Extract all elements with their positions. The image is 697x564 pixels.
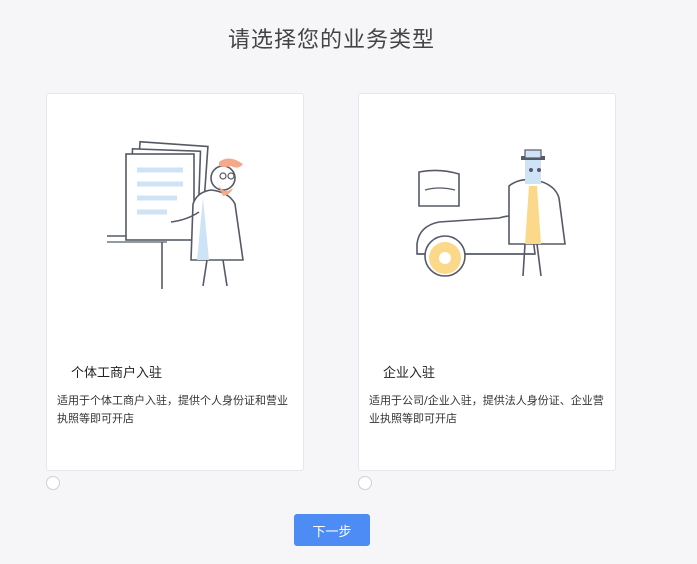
businessman-with-car-illustration (416, 149, 566, 277)
card-description: 适用于公司/企业入驻，提供法人身份证、企业营业执照等即可开店 (369, 394, 604, 425)
page-title: 请选择您的业务类型 (227, 28, 435, 53)
business-type-card-company[interactable]: 企业入驻 适用于公司/企业入驻，提供法人身份证、企业营业执照等即可开店 (358, 93, 616, 471)
radio-personal[interactable] (46, 476, 60, 490)
radio-company[interactable] (358, 476, 372, 490)
person-with-documents-illustration (107, 140, 244, 289)
card-title: 企业入驻 (383, 366, 436, 381)
card-description: 适用于个体工商户入驻，提供个人身份证和营业执照等即可开店 (57, 394, 288, 425)
card-title: 个体工商户入驻 (71, 366, 163, 381)
business-type-card-personal[interactable]: 个体工商户入驻 适用于个体工商户入驻，提供个人身份证和营业执照等即可开店 (46, 93, 304, 471)
next-button[interactable]: 下一步 (294, 514, 370, 546)
